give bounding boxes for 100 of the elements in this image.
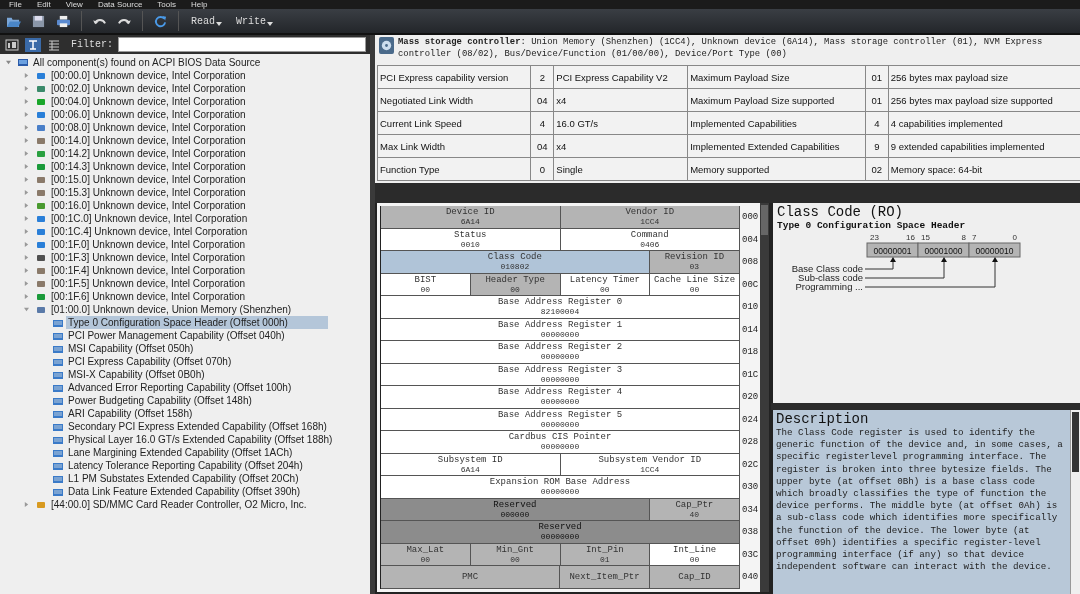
register-field[interactable]: Base Address Register 2 00000000 (381, 341, 740, 364)
tree-item[interactable]: [00:1C.4] Unknown device, Intel Corporation (49, 225, 250, 238)
register-field[interactable]: Expansion ROM Base Address 00000000 (381, 476, 740, 499)
tree-item[interactable]: [00:1F.5] Unknown device, Intel Corporation (49, 277, 247, 290)
expand-arrow-icon[interactable] (24, 281, 29, 286)
tree-item[interactable]: PCI Power Management Capability (Offset 040h) (66, 329, 287, 342)
register-field[interactable]: Class Code 010802 (381, 251, 650, 274)
menu-item[interactable]: Data Source (94, 0, 155, 9)
expand-arrow-icon[interactable] (24, 294, 29, 299)
expand-arrow-icon[interactable] (24, 242, 29, 247)
register-field[interactable]: Cap_ID (650, 566, 740, 589)
tree-view-icon[interactable] (25, 37, 41, 52)
save-icon[interactable] (31, 14, 46, 28)
register-field[interactable]: Base Address Register 3 00000000 (381, 363, 740, 386)
register-field[interactable]: Vendor ID 1CC4 (560, 206, 740, 229)
expand-arrow-icon[interactable] (24, 216, 29, 221)
menu-item[interactable]: Help (188, 0, 220, 9)
expand-arrow-icon[interactable] (24, 138, 29, 143)
expand-arrow-icon[interactable] (24, 164, 29, 169)
register-field[interactable]: Base Address Register 1 00000000 (381, 318, 740, 341)
tree-item[interactable]: Latency Tolerance Reporting Capability (Offset 204h) (66, 459, 305, 472)
register-field[interactable]: Base Address Register 0 82100004 (381, 296, 740, 319)
tree-item[interactable]: Advanced Error Reporting Capability (Offset 100h) (66, 381, 294, 394)
register-field[interactable]: Device ID 6A14 (381, 206, 561, 229)
tree-item[interactable]: [00:15.0] Unknown device, Intel Corporation (49, 173, 248, 186)
tree-item[interactable]: [00:00.0] Unknown device, Intel Corporation (49, 69, 248, 82)
filter-field[interactable] (118, 37, 366, 52)
expand-arrow-icon[interactable] (24, 255, 29, 260)
refresh-icon[interactable] (153, 14, 168, 28)
expand-arrow-icon[interactable] (24, 203, 29, 208)
tree-item[interactable]: [00:16.0] Unknown device, Intel Corporation (49, 199, 248, 212)
tree-item[interactable]: Power Budgeting Capability (Offset 148h) (66, 394, 254, 407)
register-field[interactable]: Max_Lat 00 (381, 543, 471, 566)
tree-item[interactable]: Lane Margining Extended Capability (Offset 1ACh) (66, 446, 295, 459)
tree-item[interactable]: [00:06.0] Unknown device, Intel Corporation (49, 108, 248, 121)
tree-item[interactable]: L1 PM Substates Extended Capability (Offset 20Ch) (66, 472, 301, 485)
tree-item[interactable]: Data Link Feature Extended Capability (Offset 390h) (66, 485, 303, 498)
tree-item[interactable]: [00:14.3] Unknown device, Intel Corporation (49, 160, 248, 173)
tree-item[interactable]: Secondary PCI Express Extended Capability (Offset 168h) (66, 420, 329, 433)
tree-item[interactable]: Type 0 Configuration Space Header (Offset 000h) (66, 316, 328, 329)
expand-arrow-icon[interactable] (24, 112, 29, 117)
menu-item[interactable]: File (6, 0, 34, 9)
device-icon (36, 70, 46, 81)
tree-item[interactable]: [44:00.0] SD/MMC Card Reader Controller, O2 Micro, Inc. (49, 498, 309, 511)
tree-item[interactable]: [00:1C.0] Unknown device, Intel Corporation (49, 212, 250, 225)
tree-item[interactable]: [00:14.0] Unknown device, Intel Corporation (49, 134, 248, 147)
expand-arrow-icon[interactable] (24, 99, 29, 104)
register-field[interactable]: BIST 00 (381, 273, 471, 296)
expand-arrow-icon[interactable] (24, 151, 29, 156)
dropdown-menu[interactable]: Read (189, 15, 224, 27)
tree-item[interactable]: [00:1F.0] Unknown device, Intel Corporation (49, 238, 247, 251)
register-field[interactable]: Cache Line Size 00 (650, 273, 740, 296)
menu-item[interactable]: Edit (33, 0, 63, 9)
expand-arrow-icon[interactable] (24, 86, 29, 91)
tree-item[interactable]: [00:08.0] Unknown device, Intel Corporation (49, 121, 248, 134)
tree-item[interactable]: [00:02.0] Unknown device, Intel Corporation (49, 82, 248, 95)
expand-arrow-icon[interactable] (24, 125, 29, 130)
register-field[interactable]: PMC (381, 566, 560, 589)
expand-arrow-icon[interactable] (24, 229, 29, 234)
collapse-arrow-icon[interactable] (24, 307, 29, 312)
expand-arrow-icon[interactable] (24, 177, 29, 182)
register-field[interactable]: Subsystem Vendor ID 1CC4 (560, 453, 740, 476)
expand-arrow-icon[interactable] (24, 190, 29, 195)
register-field[interactable]: Cardbus CIS Pointer 00000000 (381, 431, 740, 454)
register-field[interactable]: Int_Line 00 (650, 543, 740, 566)
expand-arrow-icon[interactable] (24, 73, 29, 78)
tree-item[interactable]: Physical Layer 16.0 GT/s Extended Capability (Offset 188h) (66, 433, 335, 446)
register-field[interactable]: Status 0010 (381, 228, 561, 251)
list-view-icon[interactable] (4, 37, 20, 52)
print-icon[interactable] (56, 14, 71, 28)
menu-item[interactable]: Tools (154, 0, 189, 9)
grid-view-icon[interactable] (46, 37, 62, 52)
tree-item[interactable]: ARI Capability (Offset 158h) (66, 407, 195, 420)
register-field[interactable]: Revision ID 03 (649, 251, 740, 274)
register-icon (53, 460, 63, 471)
scroll-bar[interactable] (1070, 410, 1080, 594)
tree-item[interactable]: [00:1F.3] Unknown device, Intel Corporation (49, 251, 247, 264)
register-field[interactable]: Base Address Register 5 00000000 (381, 408, 740, 431)
register-field[interactable]: Reserved 000000 (381, 498, 650, 521)
dropdown-menu[interactable]: Write (234, 15, 276, 27)
tree-item[interactable]: All component(s) found on ACPI BIOS Data Source (31, 56, 263, 69)
expand-arrow-icon[interactable] (24, 268, 29, 273)
scroll-bar[interactable] (760, 203, 769, 592)
menu-item[interactable]: View (62, 0, 95, 9)
tree-item[interactable]: [00:1F.6] Unknown device, Intel Corporation (49, 290, 247, 303)
tree-item[interactable]: [00:04.0] Unknown device, Intel Corporation (49, 95, 248, 108)
expand-arrow-icon[interactable] (24, 502, 29, 507)
register-field[interactable]: Subsystem ID 6A14 (381, 453, 561, 476)
tree-item[interactable]: [00:1F.4] Unknown device, Intel Corporation (49, 264, 247, 277)
register-field[interactable]: Reserved 00000000 (381, 521, 740, 544)
tree-item[interactable]: [00:15.3] Unknown device, Intel Corporation (49, 186, 248, 199)
tree-item[interactable]: MSI-X Capability (Offset 0B0h) (66, 368, 207, 381)
tree-item[interactable]: [01:00.0] Unknown device, Union Memory (Shenzhen) (49, 303, 294, 316)
collapse-arrow-icon[interactable] (6, 60, 11, 65)
tree-item[interactable]: [00:14.2] Unknown device, Intel Corporation (49, 147, 248, 160)
register-field[interactable]: Next_Item_Ptr (560, 566, 650, 589)
tree-item[interactable]: MSI Capability (Offset 050h) (66, 342, 196, 355)
register-field[interactable]: Base Address Register 4 00000000 (381, 386, 740, 409)
register-field[interactable]: Command 0406 (560, 228, 740, 251)
tree-item[interactable]: PCI Express Capability (Offset 070h) (66, 355, 234, 368)
